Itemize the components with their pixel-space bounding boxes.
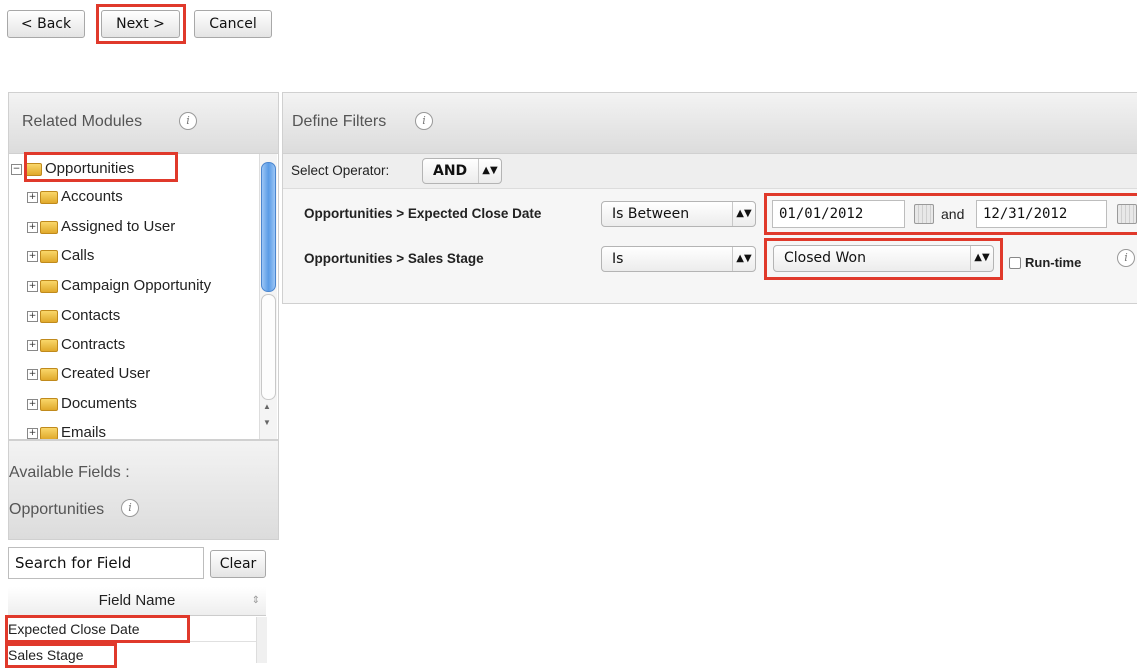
tree-item-label: Campaign Opportunity [61,277,212,294]
select-arrows-icon: ▲▼ [478,159,501,183]
next-button[interactable]: Next > [101,10,180,38]
tree-item[interactable]: + Accounts [27,184,123,210]
and-label: and [941,206,965,222]
define-filters-title: Define Filters [292,113,387,130]
tree-item[interactable]: + Contacts [27,303,120,329]
info-icon[interactable]: i [121,499,139,517]
folder-icon [40,249,58,263]
field-name-header-label: Field Name [98,592,176,609]
date-from-input[interactable]: 01/01/2012 [772,200,905,228]
clear-button[interactable]: Clear [210,550,266,578]
tree-item[interactable]: + Assigned to User [27,214,175,240]
expand-icon[interactable]: + [27,427,38,439]
expand-icon[interactable]: + [27,310,38,322]
runtime-label: Run-time [1025,255,1082,270]
info-icon[interactable]: i [415,112,433,130]
field-row[interactable]: Expected Close Date [8,617,256,642]
available-fields-header: Available Fields : Opportunities i [8,440,279,540]
field-name-header[interactable]: Field Name ⇕ [8,587,266,616]
tree-item-label: Contacts [61,307,121,324]
tree-root-label: Opportunities [45,160,135,177]
folder-icon [40,397,58,411]
info-icon[interactable]: i [1117,249,1135,267]
related-modules-header: Related Modules i [8,92,279,154]
filter-operator-select[interactable]: Is Between ▲▼ [601,201,756,227]
filter-operator-value: Is Between [612,206,690,222]
scrollbar-track [261,294,276,400]
filter-field-label: Opportunities > Sales Stage [304,251,484,266]
tree-item-label: Accounts [61,188,123,205]
scrollbar-thumb[interactable] [261,162,276,292]
available-fields-module: Opportunities [9,501,105,518]
operator-value: AND [433,163,468,179]
tree-item[interactable]: + Contracts [27,332,125,358]
tree-item-label: Calls [61,247,95,264]
field-search-input[interactable]: Search for Field [8,547,204,579]
filter-operator-select[interactable]: Is ▲▼ [601,246,756,272]
expand-icon[interactable]: + [27,280,38,292]
folder-icon [40,338,58,352]
calendar-icon[interactable] [1117,204,1137,224]
back-button[interactable]: < Back [7,10,85,38]
expand-icon[interactable]: + [27,221,38,233]
sort-icon[interactable]: ⇕ [252,587,260,615]
operator-select[interactable]: AND ▲▼ [422,158,502,184]
info-icon[interactable]: i [179,112,197,130]
sales-stage-value-select[interactable]: Closed Won ▲▼ [773,245,994,272]
filter-operator-value: Is [612,251,624,267]
fields-scrollbar[interactable] [256,617,267,663]
filters-area: Select Operator: AND ▲▼ [282,154,1137,304]
tree-item[interactable]: + Campaign Opportunity [27,273,211,299]
field-row[interactable]: Sales Stage [8,643,256,663]
tree-item[interactable]: + Documents [27,391,137,417]
tree-item[interactable]: + Emails [27,420,107,440]
sales-stage-value: Closed Won [784,250,866,266]
available-fields-title: Available Fields : [9,464,130,481]
tree-root-opportunities[interactable]: − Opportunities [11,156,134,182]
tree-item-label: Contracts [61,336,126,353]
tree-item-label: Documents [61,395,137,412]
folder-icon [40,279,58,293]
folder-open-icon [24,162,42,176]
tree-item-label: Emails [61,424,107,440]
expand-icon[interactable]: + [27,398,38,410]
runtime-checkbox[interactable] [1009,257,1021,269]
collapse-icon[interactable]: − [11,163,22,175]
expand-icon[interactable]: + [27,368,38,380]
folder-icon [40,220,58,234]
scroll-up-icon[interactable]: ▲ [263,402,271,411]
select-arrows-icon: ▲▼ [732,202,755,226]
tree-item-label: Assigned to User [61,218,176,235]
define-filters-header: Define Filters i [282,92,1137,154]
filter-field-label: Opportunities > Expected Close Date [304,206,542,221]
scroll-down-icon[interactable]: ▼ [263,418,271,427]
expand-icon[interactable]: + [27,250,38,262]
folder-icon [40,367,58,381]
calendar-icon[interactable] [914,204,934,224]
folder-icon [40,190,58,204]
select-arrows-icon: ▲▼ [970,246,993,270]
related-modules-tree: − Opportunities + Accounts + Assigned to Us… [8,154,279,440]
operator-label: Select Operator: [291,163,390,178]
folder-icon [40,426,58,439]
tree-item[interactable]: + Calls [27,243,94,269]
expand-icon[interactable]: + [27,191,38,203]
tree-item[interactable]: + Created User [27,361,150,387]
operator-bar: Select Operator: AND ▲▼ [283,154,1137,189]
expand-icon[interactable]: + [27,339,38,351]
cancel-button[interactable]: Cancel [194,10,272,38]
tree-item-label: Created User [61,365,151,382]
related-modules-title: Related Modules [22,113,143,130]
folder-icon [40,309,58,323]
select-arrows-icon: ▲▼ [732,247,755,271]
tree-scrollbar[interactable]: ▲ ▼ [259,154,277,439]
date-to-input[interactable]: 12/31/2012 [976,200,1107,228]
